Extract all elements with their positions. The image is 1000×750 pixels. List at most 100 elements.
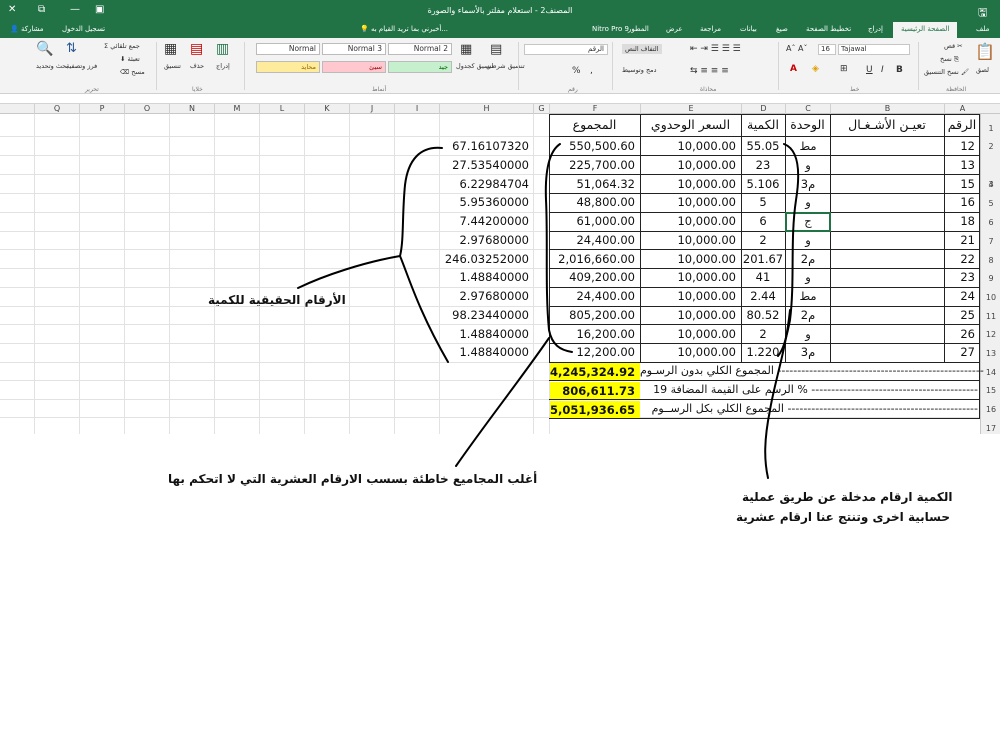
fill-button[interactable]: ⬇ تعبئة [120,55,140,63]
column-header[interactable]: E [640,104,741,114]
cell-num[interactable]: 16 [944,193,978,211]
summary-value-1[interactable]: 4,245,324.92 [550,363,640,380]
column-header[interactable]: N [169,104,214,114]
cell-actual[interactable]: 7.44200000 [440,212,532,230]
underline-button[interactable]: U [866,65,873,75]
conditional-format-icon[interactable]: ▤ [490,42,502,57]
close-icon[interactable]: ✕ [8,4,16,15]
cell-actual[interactable]: 2.97680000 [440,231,532,249]
clear-button[interactable]: ⌫ مسح [120,68,145,76]
restore-icon[interactable]: ⧉ [38,4,45,15]
cell-qty[interactable]: 5.106 [742,175,784,193]
cell-total[interactable]: 12,200.00 [550,343,638,361]
tab-developer[interactable]: المطور [628,25,649,33]
style-normal[interactable]: Normal [256,43,320,55]
cell-num[interactable]: 27 [944,343,978,361]
format-cells-button[interactable]: تنسيق [164,62,181,70]
cell-price[interactable]: 10,000.00 [641,212,739,230]
cell-total[interactable]: 16,200.00 [550,325,638,343]
cell-qty[interactable]: 23 [742,156,784,174]
font-color-icon[interactable]: A [790,64,797,74]
cell-qty[interactable]: 1.220 [742,343,784,361]
cell-unit[interactable]: م2 [786,250,830,268]
cut-button[interactable]: قص ✂ [944,42,963,50]
row-header[interactable]: 16 [981,405,1000,414]
cell-total[interactable]: 805,200.00 [550,306,638,324]
row-header[interactable]: 17 [981,424,1000,433]
tab-review[interactable]: مراجعة [700,25,721,33]
tab-insert[interactable]: إدراج [868,25,883,33]
cell-total[interactable]: 51,064.32 [550,175,638,193]
cell-actual[interactable]: 27.53540000 [440,156,532,174]
cell-qty[interactable]: 41 [742,268,784,286]
column-header[interactable]: M [214,104,259,114]
format-painter-button[interactable]: نسخ التنسيق 🖌 [924,68,969,76]
cell-actual[interactable]: 1.48840000 [440,343,532,361]
paste-button[interactable]: لصق [976,66,989,74]
row-header[interactable]: 15 [981,386,1000,395]
insert-cells-icon[interactable]: ▥ [216,41,229,57]
row-header[interactable]: 4 [981,180,1000,189]
style-bad[interactable]: سيئ [322,61,386,73]
borders-icon[interactable]: ⊞ [840,64,848,74]
delete-cells-button[interactable]: حذف [190,62,204,70]
style-good[interactable]: جيد [388,61,452,73]
cell-num[interactable]: 24 [944,287,978,305]
cell-price[interactable]: 10,000.00 [641,231,739,249]
merge-center-button[interactable]: دمج وتوسيط [622,66,657,74]
column-header[interactable]: K [304,104,349,114]
cell-actual[interactable]: 67.16107320 [440,137,532,155]
cell-price[interactable]: 10,000.00 [641,250,739,268]
cell-unit[interactable]: م2 [786,306,830,324]
row-header[interactable]: 5 [981,199,1000,208]
comma-style-button[interactable]: , [590,66,593,76]
summary-value-2[interactable]: 806,611.73 [550,382,640,399]
cell-qty[interactable]: 80.52 [742,306,784,324]
column-header[interactable]: J [349,104,394,114]
save-icon[interactable]: 🖫 [978,4,987,23]
cell-unit[interactable]: و [786,156,830,174]
grow-shrink-font-icons[interactable]: Aˆ Aˇ [786,44,808,53]
tab-file[interactable]: ملف [976,25,989,33]
style-neutral[interactable]: محايد [256,61,320,73]
autosum-button[interactable]: Σ جمع تلقائي [104,42,140,50]
row-header[interactable]: 10 [981,293,1000,302]
cell-total[interactable]: 409,200.00 [550,268,638,286]
cell-total[interactable]: 225,700.00 [550,156,638,174]
paste-icon[interactable]: 📋 [975,42,995,61]
italic-button[interactable]: I [881,65,884,75]
column-header[interactable]: C [785,104,830,114]
tab-nitro[interactable]: Nitro Pro 9 [592,25,629,33]
cell-qty[interactable]: 201.67 [742,250,784,268]
cell-total[interactable]: 24,400.00 [550,287,638,305]
column-header[interactable]: F [549,104,640,114]
cell-price[interactable]: 10,000.00 [641,137,739,155]
cell-total[interactable]: 550,500.60 [550,137,638,155]
tab-data[interactable]: بيانات [740,25,757,33]
cell-num[interactable]: 12 [944,137,978,155]
row-header[interactable]: 11 [981,312,1000,321]
cell-num[interactable]: 15 [944,175,978,193]
cell-actual[interactable]: 98.23440000 [440,306,532,324]
cell-qty[interactable]: 2 [742,231,784,249]
cell-price[interactable]: 10,000.00 [641,268,739,286]
cell-total[interactable]: 2,016,660.00 [550,250,638,268]
bold-button[interactable]: B [896,65,903,75]
column-header[interactable]: G [533,104,549,114]
cell-unit[interactable]: م3 [786,343,830,361]
share-button[interactable]: 👤 مشاركة [10,25,44,33]
text-direction-icons[interactable]: ⇆ ≡ ≡ ≡ [690,66,729,76]
cell-qty[interactable]: 55.05 [742,137,784,155]
wrap-text-button[interactable]: التفاف النص [622,44,662,54]
cell-unit[interactable]: مط [786,287,830,305]
row-header[interactable]: 8 [981,256,1000,265]
ribbon-display-icon[interactable]: ▣ [95,4,104,15]
cell-qty[interactable]: 6 [742,212,784,230]
column-header[interactable]: Q [34,104,79,114]
row-header[interactable]: 1 [981,124,1000,133]
column-header[interactable]: O [124,104,169,114]
column-header[interactable]: P [79,104,124,114]
tab-home[interactable]: الصفحة الرئيسية [893,22,958,38]
cell-price[interactable]: 10,000.00 [641,306,739,324]
cell-price[interactable]: 10,000.00 [641,343,739,361]
